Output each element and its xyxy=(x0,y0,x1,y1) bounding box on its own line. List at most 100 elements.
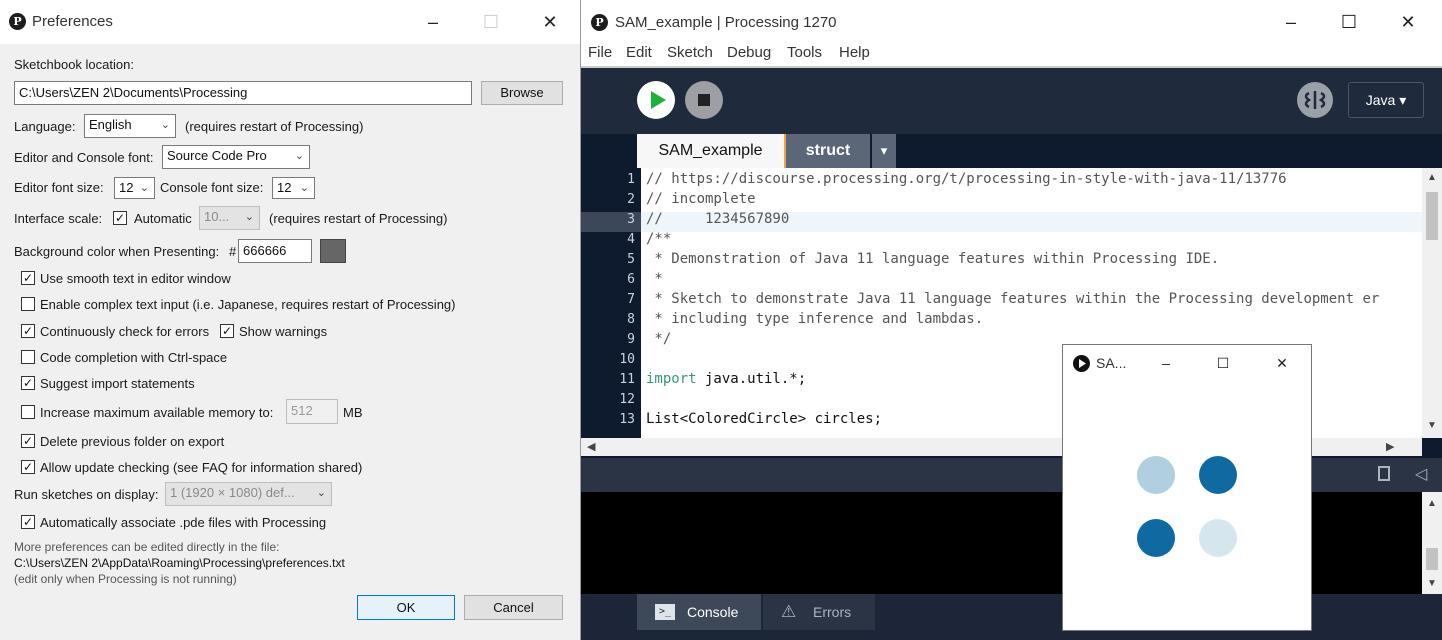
chevron-down-icon: ⌄ xyxy=(294,150,304,162)
scale-auto-checkbox[interactable]: ✓ xyxy=(113,211,127,225)
warnings-checkbox[interactable]: ✓ xyxy=(220,324,234,338)
scroll-right-icon[interactable]: ▶ xyxy=(1386,440,1394,453)
line-number: 5 xyxy=(627,252,635,267)
update-check-checkbox[interactable]: ✓ xyxy=(21,460,35,474)
stop-button[interactable] xyxy=(685,81,723,119)
console-scrollbar[interactable]: ▲ ▼ xyxy=(1422,492,1442,594)
menu-help[interactable]: Help xyxy=(839,44,870,61)
scroll-thumb[interactable] xyxy=(1426,548,1438,570)
delete-prev-checkbox[interactable]: ✓ xyxy=(21,434,35,448)
copy-console-icon[interactable] xyxy=(1378,466,1390,481)
scroll-up-icon[interactable]: ▲ xyxy=(1427,172,1437,183)
close-icon[interactable]: ✕ xyxy=(1267,349,1297,377)
scroll-left-icon[interactable]: ◀ xyxy=(587,440,595,453)
footer-tabs: >_ Console ⚠ Errors xyxy=(581,594,1442,640)
line-number: 13 xyxy=(619,412,635,427)
collapse-console-icon[interactable]: ◁ xyxy=(1415,464,1427,484)
line-number: 12 xyxy=(619,392,635,407)
associate-checkbox[interactable]: ✓ xyxy=(21,515,35,529)
ide-title: SAM_example | Processing 1270 xyxy=(615,14,837,31)
display-label: Run sketches on display: xyxy=(14,487,159,502)
line-number: 1 xyxy=(627,172,635,187)
smooth-text-label: Use smooth text in editor window xyxy=(40,271,231,286)
line-number: 9 xyxy=(627,332,635,347)
menu-file[interactable]: File xyxy=(588,44,612,61)
processing-logo-icon: P xyxy=(9,13,26,30)
warning-icon: ⚠ xyxy=(781,602,797,621)
delete-prev-label: Delete previous folder on export xyxy=(40,434,225,449)
console-size-select[interactable]: 12 ⌄ xyxy=(272,177,315,199)
memory-field: 512 xyxy=(286,399,338,424)
menu-edit[interactable]: Edit xyxy=(626,44,652,61)
debugger-button[interactable] xyxy=(1297,82,1333,118)
menu-tools[interactable]: Tools xyxy=(787,44,822,61)
chevron-down-icon: ⌄ xyxy=(139,182,149,194)
scroll-up-icon[interactable]: ▲ xyxy=(1427,498,1437,509)
close-icon[interactable]: ✕ xyxy=(535,8,565,36)
ok-button[interactable]: OK xyxy=(357,595,455,620)
sketch-titlebar[interactable]: SA... – ☐ ✕ xyxy=(1063,345,1311,381)
editor-size-select[interactable]: 12 ⌄ xyxy=(114,177,155,199)
font-select[interactable]: Source Code Pro ⌄ xyxy=(162,145,310,169)
check-errors-checkbox[interactable]: ✓ xyxy=(21,324,35,338)
complex-text-checkbox[interactable] xyxy=(21,297,35,311)
ide-titlebar[interactable]: P SAM_example | Processing 1270 – ☐ ✕ xyxy=(581,0,1442,44)
scroll-down-icon[interactable]: ▼ xyxy=(1427,420,1437,431)
line-number: 2 xyxy=(627,192,635,207)
browse-button[interactable]: Browse xyxy=(481,81,563,105)
associate-label: Automatically associate .pde files with … xyxy=(40,515,327,530)
imports-checkbox[interactable]: ✓ xyxy=(21,376,35,390)
menu-debug[interactable]: Debug xyxy=(727,44,771,61)
maximize-icon[interactable]: ☐ xyxy=(1334,8,1364,36)
line-number: 4 xyxy=(627,232,635,247)
line-number: 10 xyxy=(619,352,635,367)
sketchbook-path-field[interactable]: C:\Users\ZEN 2\Documents\Processing xyxy=(14,81,472,105)
code-line: // incomplete xyxy=(646,191,756,207)
tab-console-label: Console xyxy=(687,604,739,620)
console-size-value: 12 xyxy=(277,180,292,195)
chevron-down-icon: ⌄ xyxy=(244,211,254,223)
menu-sketch[interactable]: Sketch xyxy=(667,44,713,61)
check-errors-label: Continuously check for errors xyxy=(40,324,210,339)
keyword: import xyxy=(646,371,697,387)
circle-dark xyxy=(1137,519,1175,557)
butterfly-icon xyxy=(1304,91,1326,109)
maximize-icon[interactable]: ☐ xyxy=(1208,349,1238,377)
font-value: Source Code Pro xyxy=(167,148,267,163)
smooth-text-checkbox[interactable]: ✓ xyxy=(21,271,35,285)
chevron-down-icon: ⌄ xyxy=(299,182,309,194)
console-header: ◁ xyxy=(581,458,1442,492)
completion-checkbox[interactable] xyxy=(21,350,35,364)
font-label: Editor and Console font: xyxy=(14,150,154,165)
tab-console[interactable]: >_ Console xyxy=(637,594,761,630)
tab-struct[interactable]: struct xyxy=(786,134,870,168)
ide-toolbar: Java ▾ xyxy=(581,68,1442,134)
tab-sam-example[interactable]: SAM_example xyxy=(637,134,787,168)
language-select[interactable]: English ⌄ xyxy=(84,114,176,138)
run-button[interactable] xyxy=(637,81,675,119)
bg-color-field[interactable]: 666666 xyxy=(238,239,312,263)
bg-color-label: Background color when Presenting: xyxy=(14,244,220,259)
circle-pale xyxy=(1199,519,1237,557)
preferences-titlebar[interactable]: P Preferences – ☐ ✕ xyxy=(0,0,580,44)
tab-menu-button[interactable]: ▾ xyxy=(872,134,896,168)
code-line: * Demonstration of Java 11 language feat… xyxy=(646,251,1220,267)
cancel-button[interactable]: Cancel xyxy=(464,595,563,620)
bg-color-swatch[interactable] xyxy=(320,239,346,263)
scroll-down-icon[interactable]: ▼ xyxy=(1427,578,1437,589)
scale-select: 10... ⌄ xyxy=(199,206,260,230)
minimize-icon[interactable]: – xyxy=(418,8,448,36)
editor-vertical-scrollbar[interactable]: ▲ ▼ xyxy=(1422,168,1442,438)
memory-checkbox[interactable] xyxy=(21,405,35,419)
minimize-icon[interactable]: – xyxy=(1276,8,1306,36)
window-title: Preferences xyxy=(32,13,113,30)
chevron-down-icon: ⌄ xyxy=(316,487,326,499)
code-line: // 1234567890 xyxy=(646,211,790,227)
imports-label: Suggest import statements xyxy=(40,376,195,391)
tab-errors[interactable]: ⚠ Errors xyxy=(763,594,875,630)
mode-select[interactable]: Java ▾ xyxy=(1348,82,1424,118)
scroll-thumb[interactable] xyxy=(1426,192,1438,240)
close-icon[interactable]: ✕ xyxy=(1393,8,1423,36)
code-line: import java.util.*; xyxy=(646,371,807,387)
minimize-icon[interactable]: – xyxy=(1151,349,1181,377)
